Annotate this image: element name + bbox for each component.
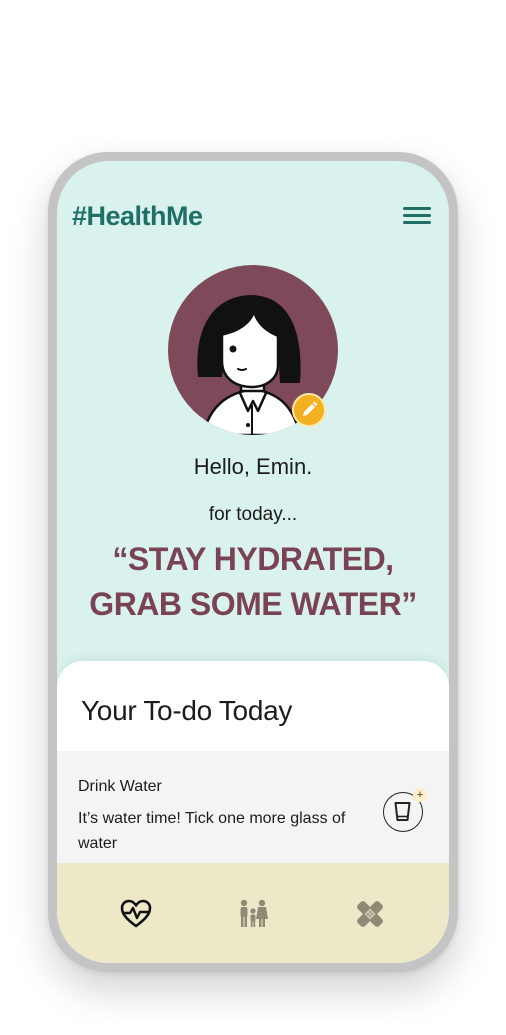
todo-item-name: Drink Water bbox=[78, 778, 162, 795]
plus-badge: + bbox=[413, 788, 427, 802]
nav-family-tab[interactable] bbox=[236, 897, 270, 931]
profile-avatar-section bbox=[168, 265, 338, 435]
daily-quote: “STAY HYDRATED, GRAB SOME WATER” bbox=[67, 537, 439, 627]
daily-subtitle: for today... bbox=[208, 504, 298, 525]
heart-pulse-icon bbox=[120, 899, 152, 928]
app-screen: #HealthMe Hello, Emin. for today... “STA… bbox=[57, 161, 449, 963]
nav-health-tab[interactable] bbox=[119, 897, 153, 931]
quote-line-2: GRAB SOME WATER” bbox=[89, 586, 417, 622]
page: #HealthMe Hello, Emin. for today... “STA… bbox=[0, 0, 506, 1035]
nav-first-aid-tab[interactable] bbox=[353, 897, 387, 931]
pencil-icon bbox=[303, 401, 318, 416]
app-logo: #HealthMe bbox=[72, 201, 203, 231]
todo-item-description: It’s water time! Tick one more glass of … bbox=[78, 810, 346, 852]
top-bar: #HealthMe bbox=[57, 161, 449, 261]
quote-line-1: “STAY HYDRATED, bbox=[112, 541, 394, 577]
bottom-nav bbox=[57, 863, 449, 963]
greeting-text: Hello, Emin. bbox=[193, 454, 313, 479]
family-icon bbox=[240, 899, 268, 927]
phone-frame: #HealthMe Hello, Emin. for today... “STA… bbox=[48, 152, 458, 972]
bandage-icon bbox=[357, 901, 383, 927]
todo-title: Your To-do Today bbox=[81, 695, 293, 726]
todo-item-drink-water[interactable]: Drink Water It’s water time! Tick one mo… bbox=[57, 751, 449, 863]
edit-avatar-button[interactable] bbox=[292, 393, 326, 427]
hamburger-menu-icon[interactable] bbox=[403, 205, 431, 227]
